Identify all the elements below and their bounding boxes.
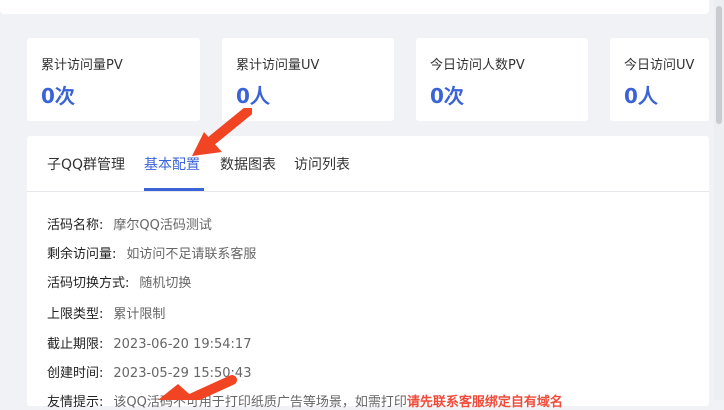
- tip-warning-link[interactable]: 请先联系客服绑定自有域名: [407, 395, 563, 410]
- tab-qq-group-management[interactable]: 子QQ群管理: [47, 154, 125, 174]
- stat-card-today-pv: 今日访问人数PV 0次: [416, 38, 588, 121]
- detail-label: 截止期限:: [47, 337, 104, 352]
- detail-label: 剩余访问量:: [47, 247, 117, 262]
- scrollbar-thumb[interactable]: [716, 6, 722, 124]
- detail-row-remaining-visits: 剩余访问量: 如访问不足请联系客服: [47, 243, 256, 262]
- stat-value: 0人: [624, 84, 658, 108]
- detail-value: 2023-06-20 19:54:17: [113, 337, 252, 352]
- detail-value: 该QQ活码不可用于打印纸质广告等场景，如需打印: [113, 395, 407, 410]
- stat-card-total-uv: 累计访问量UV 0人: [222, 38, 394, 121]
- stat-label: 累计访问量UV: [236, 58, 320, 73]
- stat-value: 0次: [430, 84, 464, 108]
- detail-value: 如访问不足请联系客服: [126, 247, 257, 262]
- detail-label: 创建时间:: [47, 366, 104, 381]
- stat-value: 0人: [236, 84, 270, 108]
- stat-card-total-pv: 累计访问量PV 0次: [27, 38, 200, 121]
- stat-card-today-uv: 今日访问UV 0人: [610, 38, 709, 121]
- detail-value: 摩尔QQ活码测试: [113, 218, 212, 233]
- detail-row-switch-mode: 活码切换方式: 随机切换: [47, 272, 191, 291]
- stat-value: 0次: [41, 84, 75, 108]
- top-panel: [0, 0, 709, 14]
- tab-basic-config[interactable]: 基本配置: [144, 154, 200, 174]
- tab-data-chart[interactable]: 数据图表: [220, 154, 276, 174]
- detail-label: 活码名称:: [47, 218, 104, 233]
- detail-row-tip: 友情提示: 该QQ活码不可用于打印纸质广告等场景，如需打印请先联系客服绑定自有域名: [47, 391, 563, 410]
- detail-value: 2023-05-29 15:50:43: [113, 366, 252, 381]
- tab-visit-list[interactable]: 访问列表: [294, 154, 350, 174]
- config-panel: 子QQ群管理 基本配置 数据图表 访问列表 活码名称: 摩尔QQ活码测试 剩余访问…: [27, 136, 709, 410]
- stat-label: 今日访问UV: [624, 58, 695, 73]
- detail-label: 友情提示:: [47, 395, 104, 410]
- stat-label: 今日访问人数PV: [430, 58, 525, 73]
- detail-row-deadline: 截止期限: 2023-06-20 19:54:17: [47, 333, 251, 352]
- active-tab-indicator: [144, 188, 204, 191]
- detail-label: 活码切换方式:: [47, 276, 130, 291]
- detail-row-limit-type: 上限类型: 累计限制: [47, 303, 165, 322]
- detail-row-code-name: 活码名称: 摩尔QQ活码测试: [47, 214, 212, 233]
- detail-label: 上限类型:: [47, 307, 104, 322]
- stat-label: 累计访问量PV: [41, 58, 123, 73]
- detail-row-created-time: 创建时间: 2023-05-29 15:50:43: [47, 362, 251, 381]
- detail-value: 累计限制: [113, 307, 166, 322]
- detail-value: 随机切换: [139, 276, 192, 291]
- tab-bar: 子QQ群管理 基本配置 数据图表 访问列表: [27, 136, 709, 192]
- scrollbar-track[interactable]: [714, 0, 724, 400]
